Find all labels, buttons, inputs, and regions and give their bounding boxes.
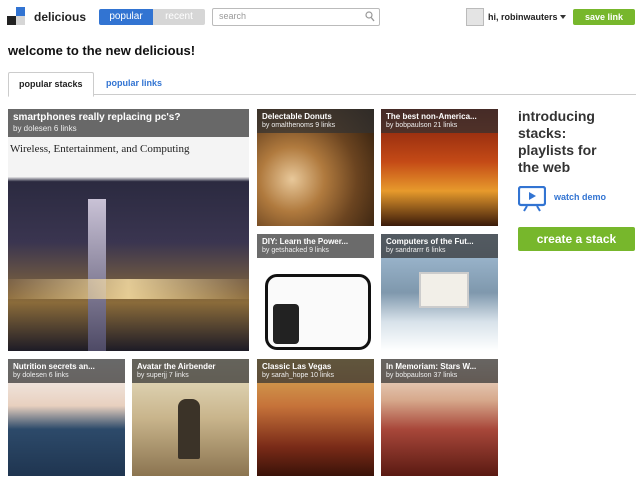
stack-title[interactable]: Computers of the Fut... <box>386 237 493 246</box>
stack-tile[interactable]: Delectable Donuts by omalthenoms 9 links <box>257 109 374 226</box>
stack-caption: Computers of the Fut... by sandrarrr 6 l… <box>381 234 498 258</box>
caret-down-icon[interactable] <box>560 15 566 19</box>
tab-popular[interactable]: popular <box>99 9 153 25</box>
stack-tile[interactable]: In Memoriam: Stars W... by bobpaulson 37… <box>381 359 498 476</box>
stack-caption: Classic Las Vegas by sarah_hope 10 links <box>257 359 374 383</box>
character-graphic <box>178 399 200 459</box>
page-title: welcome to the new delicious! <box>8 43 196 58</box>
skyscraper-graphic <box>88 199 106 351</box>
save-link-button[interactable]: save link <box>573 9 635 25</box>
featured-image-caption: Wireless, Entertainment, and Computing <box>10 143 190 155</box>
stack-caption: Delectable Donuts by omalthenoms 9 links <box>257 109 374 133</box>
stack-tile[interactable]: Avatar the Airbender by superjj 7 links <box>132 359 249 476</box>
stack-tile[interactable]: Classic Las Vegas by sarah_hope 10 links <box>257 359 374 476</box>
intro-line: introducing <box>518 108 595 124</box>
stack-meta: by omalthenoms 9 links <box>262 122 336 129</box>
stack-meta: by sandrarrr 6 links <box>386 247 446 254</box>
intro-line: playlists for <box>518 142 597 158</box>
tab-popular-links[interactable]: popular links <box>96 72 172 94</box>
watch-demo-link[interactable]: watch demo <box>554 192 606 202</box>
spray-can-body <box>273 304 299 344</box>
stack-title[interactable]: In Memoriam: Stars W... <box>386 362 493 371</box>
stack-tile[interactable]: The best non-America... by bobpaulson 21… <box>381 109 498 226</box>
stack-meta: by bobpaulson 21 links <box>386 122 458 129</box>
light-trails-graphic <box>8 279 249 299</box>
stack-title[interactable]: Nutrition secrets an... <box>13 362 120 371</box>
computer-screen-graphic <box>419 272 469 308</box>
search-placeholder: search <box>219 11 247 21</box>
stack-caption: Nutrition secrets an... by dolesen 6 lin… <box>8 359 125 383</box>
tab-popular-stacks[interactable]: popular stacks <box>8 72 94 97</box>
logo-icon[interactable] <box>7 7 25 25</box>
stack-tile[interactable]: DIY: Learn the Power... by getshacked 9 … <box>257 234 374 351</box>
stack-meta: by superjj 7 links <box>137 372 189 379</box>
stack-tile[interactable]: Nutrition secrets an... by dolesen 6 lin… <box>8 359 125 476</box>
search-input[interactable]: search <box>212 8 380 26</box>
stack-meta: by getshacked 9 links <box>262 247 329 254</box>
stack-meta: by sarah_hope 10 links <box>262 372 334 379</box>
stack-caption: Avatar the Airbender by superjj 7 links <box>132 359 249 383</box>
stack-tile[interactable]: Computers of the Fut... by sandrarrr 6 l… <box>381 234 498 351</box>
stack-meta: by dolesen 6 links <box>13 372 69 379</box>
stacks-intro: introducing stacks: playlists for the we… <box>518 108 634 176</box>
stack-title[interactable]: Classic Las Vegas <box>262 362 369 371</box>
stack-title[interactable]: smartphones really replacing pc's? <box>13 112 244 123</box>
video-demo-icon[interactable] <box>518 186 546 212</box>
stack-caption: The best non-America... by bobpaulson 21… <box>381 109 498 133</box>
stack-tile-featured[interactable]: Wireless, Entertainment, and Computing s… <box>8 109 249 351</box>
stack-caption: In Memoriam: Stars W... by bobpaulson 37… <box>381 359 498 383</box>
stack-title[interactable]: The best non-America... <box>386 112 493 121</box>
intro-line: stacks: <box>518 125 567 141</box>
brand-name[interactable]: delicious <box>34 10 86 24</box>
tab-divider <box>8 94 636 95</box>
intro-line: the web <box>518 159 571 175</box>
avatar[interactable] <box>466 8 484 26</box>
stack-meta: by bobpaulson 37 links <box>386 372 458 379</box>
stack-title[interactable]: Avatar the Airbender <box>137 362 244 371</box>
stack-meta: by dolesen 6 links <box>13 124 77 133</box>
stack-caption: smartphones really replacing pc's? by do… <box>8 109 249 137</box>
create-stack-button[interactable]: create a stack <box>518 227 635 251</box>
stack-title[interactable]: DIY: Learn the Power... <box>262 237 369 246</box>
stack-title[interactable]: Delectable Donuts <box>262 112 369 121</box>
tab-recent[interactable]: recent <box>153 9 205 25</box>
user-greeting[interactable]: hi, robinwauters <box>488 12 558 22</box>
search-icon[interactable] <box>365 11 375 22</box>
top-header: delicious popular recent search hi, robi… <box>0 0 640 36</box>
stack-caption: DIY: Learn the Power... by getshacked 9 … <box>257 234 374 258</box>
